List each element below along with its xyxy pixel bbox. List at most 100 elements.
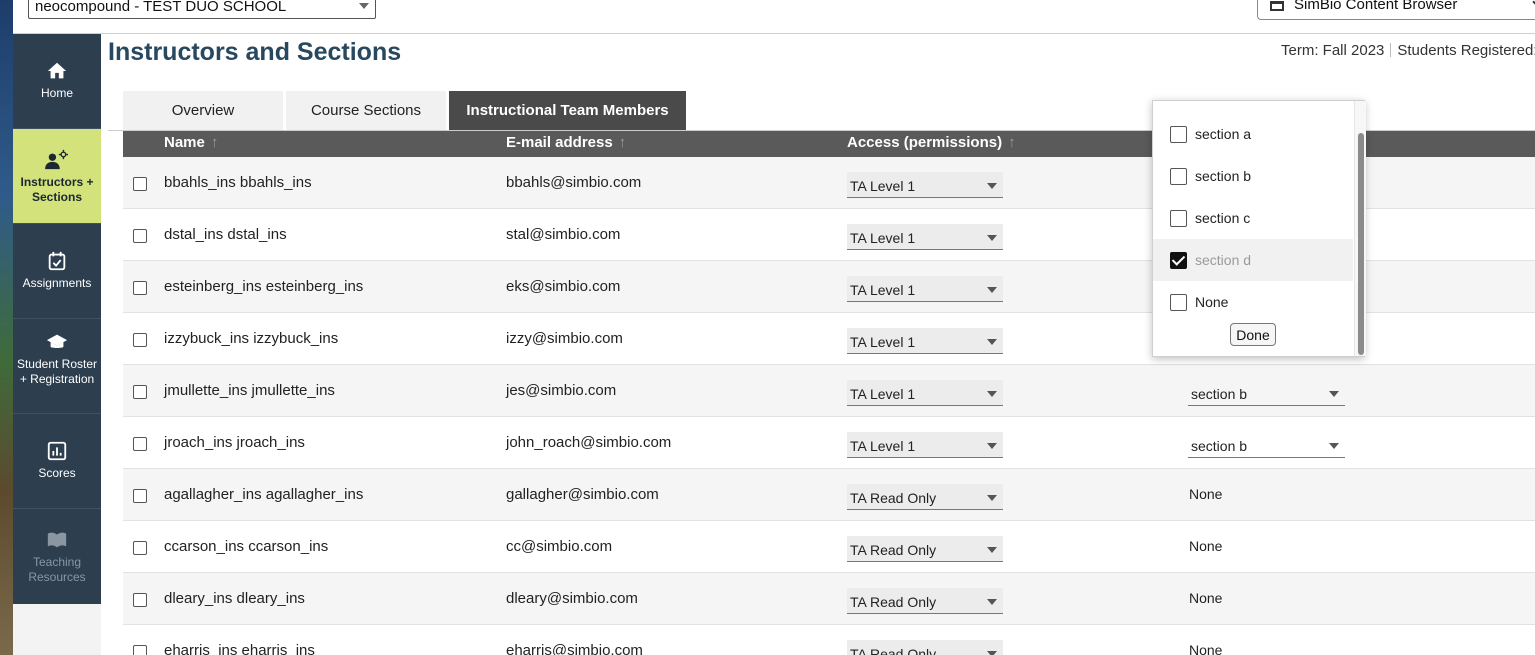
caret-down-icon [987, 495, 997, 501]
section-option[interactable]: section c [1153, 197, 1353, 239]
sidebar-item-teaching-resources[interactable]: Teaching Resources [13, 509, 101, 604]
access-select[interactable]: TA Read Only [847, 536, 1003, 562]
member-email: john_roach@simbio.com [506, 434, 672, 451]
member-name: eharris_ins eharris_ins [164, 642, 315, 655]
member-email: izzy@simbio.com [506, 330, 623, 347]
column-header-email[interactable]: E-mail address ↑ [506, 134, 626, 151]
row-checkbox[interactable] [133, 489, 147, 503]
access-value: TA Level 1 [850, 334, 916, 350]
calendar-check-icon [48, 251, 66, 271]
sidebar-item-student-roster[interactable]: Student Roster + Registration [13, 319, 101, 414]
row-checkbox[interactable] [133, 229, 147, 243]
member-email: cc@simbio.com [506, 538, 613, 555]
access-value: TA Read Only [850, 490, 937, 506]
caret-down-icon [359, 3, 369, 9]
section-option[interactable]: section d [1153, 239, 1353, 281]
access-select[interactable]: TA Level 1 [847, 224, 1003, 250]
member-email: dleary@simbio.com [506, 590, 638, 607]
access-value: TA Level 1 [850, 178, 916, 194]
section-option[interactable]: None [1153, 281, 1353, 323]
school-select[interactable]: neocompound - TEST DUO SCHOOL [28, 0, 376, 19]
table-row: agallagher_ins agallagher_ins gallagher@s… [123, 469, 1535, 521]
book-icon [47, 532, 67, 548]
caret-down-icon [987, 599, 997, 605]
row-checkbox[interactable] [133, 541, 147, 555]
option-checkbox[interactable] [1170, 168, 1187, 185]
divider [1390, 43, 1392, 57]
access-select[interactable]: TA Level 1 [847, 276, 1003, 302]
row-checkbox[interactable] [133, 281, 147, 295]
caret-down-icon [987, 547, 997, 553]
access-select[interactable]: TA Read Only [847, 640, 1003, 655]
section-option[interactable]: section a [1153, 113, 1353, 155]
member-name: bbahls_ins bbahls_ins [164, 174, 312, 191]
section-select[interactable]: section b [1188, 432, 1345, 458]
column-header-access[interactable]: Access (permissions) ↑ [847, 134, 1016, 151]
tab-overview[interactable]: Overview [123, 91, 283, 131]
sort-arrow-icon: ↑ [618, 134, 627, 151]
sidebar-item-instructors[interactable]: Instructors + Sections [13, 129, 101, 224]
row-checkbox[interactable] [133, 177, 147, 191]
member-email: eharris@simbio.com [506, 642, 643, 655]
sidebar-item-home[interactable]: Home [13, 34, 101, 129]
option-checkbox[interactable] [1170, 294, 1187, 311]
option-label: section d [1195, 252, 1252, 268]
sidebar-item-label: Student Roster + Registration [16, 357, 98, 386]
option-checkbox[interactable] [1170, 252, 1187, 269]
done-button[interactable]: Done [1230, 323, 1276, 346]
background-image-strip [0, 0, 13, 655]
table-row: ccarson_ins ccarson_ins cc@simbio.com TA R… [123, 521, 1535, 573]
access-select[interactable]: TA Read Only [847, 484, 1003, 510]
access-select[interactable]: TA Level 1 [847, 432, 1003, 458]
content-browser-select[interactable]: SimBio Content Browser [1257, 0, 1535, 20]
caret-down-icon [987, 391, 997, 397]
caret-down-icon [987, 339, 997, 345]
tab-course-sections[interactable]: Course Sections [286, 91, 446, 131]
caret-down-icon [1329, 443, 1339, 449]
section-value: None [1189, 486, 1223, 502]
scrollbar-thumb[interactable] [1358, 133, 1364, 355]
member-email: eks@simbio.com [506, 278, 621, 295]
section-option[interactable]: section b [1153, 155, 1353, 197]
caret-down-icon [987, 235, 997, 241]
popup-scrollbar[interactable] [1354, 101, 1366, 356]
section-select[interactable]: section b [1188, 380, 1345, 406]
term-label: Term: Fall 2023 [1281, 42, 1385, 59]
option-checkbox[interactable] [1170, 126, 1187, 143]
option-checkbox[interactable] [1170, 210, 1187, 227]
option-label: section a [1195, 126, 1252, 142]
member-name: dleary_ins dleary_ins [164, 590, 305, 607]
home-icon [47, 62, 67, 79]
option-label: section b [1195, 168, 1252, 184]
column-header-name[interactable]: Name ↑ [164, 134, 218, 151]
access-value: TA Read Only [850, 542, 937, 558]
access-value: TA Read Only [850, 594, 937, 610]
sidebar-item-assignments[interactable]: Assignments [13, 224, 101, 319]
section-dropdown-popup: section a section b section c section d None… [1152, 100, 1366, 357]
students-registered-label: Students Registered: [1397, 42, 1535, 59]
table-row: jmullette_ins jmullette_ins jes@simbio.co… [123, 365, 1535, 417]
access-select[interactable]: TA Read Only [847, 588, 1003, 614]
access-select[interactable]: TA Level 1 [847, 380, 1003, 406]
caret-down-icon [987, 183, 997, 189]
browser-icon [1270, 1, 1284, 11]
member-name: jroach_ins jroach_ins [164, 434, 305, 451]
row-checkbox[interactable] [133, 593, 147, 607]
section-value: section b [1191, 438, 1248, 454]
top-bar: neocompound - TEST DUO SCHOOL SimBio Con… [13, 0, 1535, 34]
sort-arrow-icon: ↑ [210, 134, 219, 151]
row-checkbox[interactable] [133, 333, 147, 347]
tab-instructional-team-members[interactable]: Instructional Team Members [449, 91, 686, 131]
member-name: ccarson_ins ccarson_ins [164, 538, 329, 555]
row-checkbox[interactable] [133, 645, 147, 655]
sidebar-item-label: Scores [38, 466, 76, 480]
access-select[interactable]: TA Level 1 [847, 328, 1003, 354]
member-email: gallagher@simbio.com [506, 486, 659, 503]
row-checkbox[interactable] [133, 385, 147, 399]
access-select[interactable]: TA Level 1 [847, 172, 1003, 198]
member-email: jes@simbio.com [506, 382, 617, 399]
sidebar-item-scores[interactable]: Scores [13, 414, 101, 509]
member-email: stal@simbio.com [506, 226, 621, 243]
row-checkbox[interactable] [133, 437, 147, 451]
instructors-icon [45, 149, 68, 170]
